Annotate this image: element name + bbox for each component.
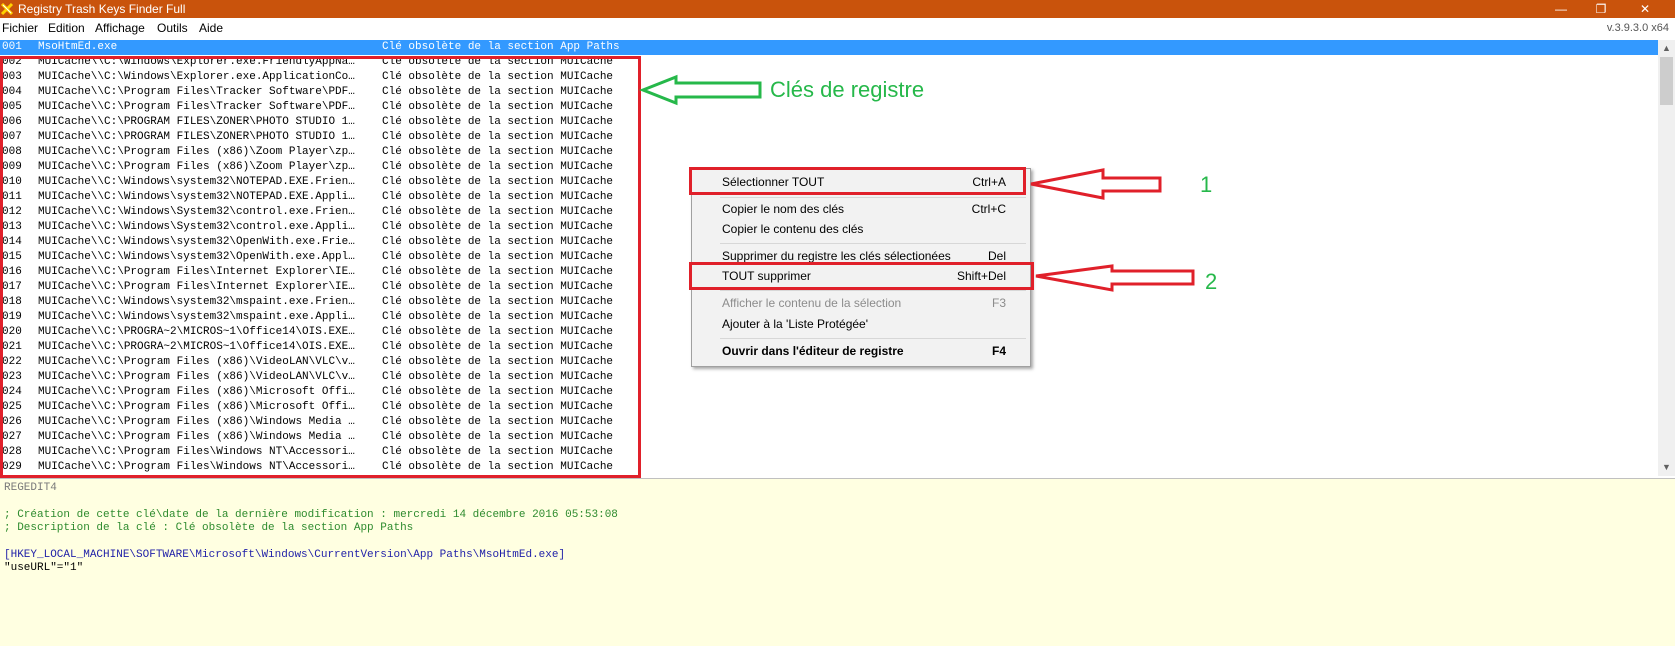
red-arrow-1-icon [1030, 168, 1162, 200]
green-arrow-icon [638, 74, 762, 106]
annotation-label-1: 1 [1200, 172, 1213, 197]
annotation-label-2: 2 [1205, 269, 1218, 294]
annotation-keys-label: Clés de registre [770, 77, 925, 102]
red-arrow-2-icon [1035, 264, 1195, 292]
